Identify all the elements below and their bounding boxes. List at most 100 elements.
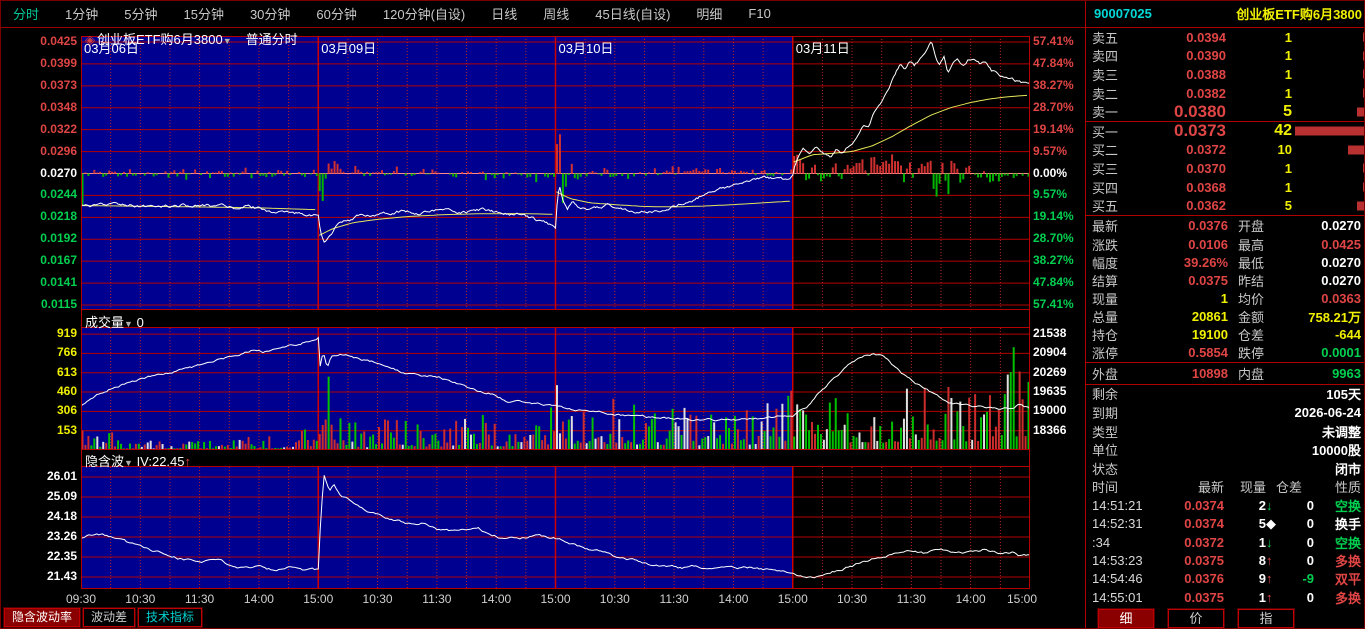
ask-label: 卖四 (1092, 49, 1119, 65)
menu-item-11[interactable]: F10 (735, 6, 783, 21)
volume-axis-label: 460 (56, 384, 77, 399)
tick-row-2[interactable]: :34 0.0372 1 ↓ 0 空换 (1086, 533, 1365, 551)
pct-axis-label: 0.00% (1033, 165, 1068, 180)
tick-row-3[interactable]: 14:53:23 0.0375 8 ↑ 0 多换 (1086, 551, 1365, 569)
menu-item-2[interactable]: 5分钟 (111, 4, 170, 23)
menu-item-8[interactable]: 周线 (530, 4, 582, 23)
tab-left-1[interactable]: 波动差 (82, 607, 137, 628)
tick-tab-bar: 细价指 (1086, 608, 1365, 629)
contract-label: 到期 (1092, 406, 1119, 422)
tick-header-row: 时间 最新 现量 仓差 性质 (1086, 478, 1365, 496)
stat-label: 均价 (1238, 291, 1265, 307)
menu-item-9[interactable]: 45日线(自设) (582, 4, 683, 23)
tick-tab-1[interactable]: 价 (1167, 608, 1225, 629)
time-axis-label: 14:00 (481, 592, 512, 606)
bid-row-3[interactable]: 买四 0.0368 1 (1086, 178, 1365, 197)
tick-time: :34 (1092, 534, 1111, 550)
tick-direction-icon: ↓ (1266, 497, 1273, 513)
tick-row-1[interactable]: 14:52:31 0.0374 5 ◆ 0 换手 (1086, 514, 1365, 533)
bid-qty: 1 (1284, 160, 1292, 176)
stat-label: 涨停 (1092, 346, 1119, 362)
tab-left-0[interactable]: 隐含波动率 (2, 607, 82, 628)
volume-axis-label: 766 (56, 345, 77, 360)
stat-row-2: 幅度 39.26% 最低 0.0270 (1086, 253, 1365, 271)
time-axis-label: 11:30 (185, 592, 215, 606)
pct-axis-label: 28.70% (1033, 231, 1074, 246)
pct-axis-label: 47.84% (1033, 55, 1074, 70)
menu-item-3[interactable]: 15分钟 (170, 4, 236, 23)
tick-qty: 1 (1258, 589, 1266, 605)
time-axis-label: 11:30 (896, 592, 926, 606)
bid-row-2[interactable]: 买三 0.0370 1 (1086, 159, 1365, 178)
open-interest-axis-label: 18366 (1033, 422, 1067, 437)
stat-value: 0.0270 (1321, 218, 1361, 234)
contract-value: 105天 (1326, 387, 1361, 403)
tick-tab-0[interactable]: 细 (1097, 608, 1155, 629)
indicator-tab-bar: 隐含波动率 波动差 技术指标 (2, 607, 205, 628)
menu-item-0[interactable]: 分时 (0, 4, 52, 23)
day-label-1: 03月09日 (321, 41, 377, 56)
volume-pane-label: 成交量 (85, 315, 125, 330)
iv-dropdown-icon[interactable]: ▼ (124, 458, 133, 468)
tick-row-0[interactable]: 14:51:21 0.0374 2 ↓ 0 空换 (1086, 496, 1365, 514)
volume-dropdown-icon[interactable]: ▼ (124, 319, 133, 329)
price-axis-label: 0.0425 (40, 34, 77, 48)
tick-price: 0.0374 (1184, 516, 1224, 532)
tick-price: 0.0374 (1184, 497, 1224, 513)
ask-row-2[interactable]: 卖三 0.0388 1 (1086, 65, 1365, 84)
contract-name: 创业板ETF购6月3800 (1236, 7, 1362, 22)
tick-qty: 5 (1258, 516, 1266, 532)
iv-up-arrow-icon: ↑ (184, 454, 192, 469)
tick-tab-2[interactable]: 指 (1237, 608, 1295, 629)
ask-qty: 1 (1284, 85, 1292, 101)
price-axis-label: 0.0115 (40, 297, 77, 311)
period-menu-bar: 分时 1分钟 5分钟 15分钟 30分钟 60分钟 120分钟(自设) 日线 周线 45日线(自设… (0, 0, 1085, 28)
symbol-dropdown-icon[interactable]: ▼ (223, 36, 232, 46)
ask-row-1[interactable]: 卖四 0.0390 1 (1086, 47, 1365, 66)
pct-axis-label: 38.27% (1033, 77, 1074, 92)
tick-nature: 多换 (1334, 590, 1361, 606)
stat-row-6: 持仓 19100 仓差 -644 (1086, 326, 1365, 344)
menu-item-7[interactable]: 日线 (478, 4, 530, 23)
pct-axis-label: 19.14% (1033, 121, 1074, 136)
ask-price: 0.0388 (1186, 66, 1226, 82)
open-interest-axis-label: 19635 (1033, 384, 1067, 399)
volume-pane-header[interactable]: 成交量▼ 0 (85, 312, 144, 331)
tick-price: 0.0375 (1184, 589, 1224, 605)
menu-item-5[interactable]: 60分钟 (303, 4, 369, 23)
chart-plot-area[interactable] (80, 36, 1031, 589)
bid-row-1[interactable]: 买二 0.0372 10 (1086, 141, 1365, 160)
tick-row-5[interactable]: 14:55:01 0.0375 1 ↑ 0 多换 (1086, 588, 1365, 606)
ask-price: 0.0390 (1186, 48, 1226, 64)
tab-left-2[interactable]: 技术指标 (137, 607, 204, 628)
iv-pane-label: 隐含波 (85, 454, 125, 469)
stat-label: 幅度 (1092, 255, 1119, 271)
bid-qty: 10 (1277, 142, 1292, 158)
bid-row-4[interactable]: 买五 0.0362 5 (1086, 196, 1365, 215)
ask-row-3[interactable]: 卖二 0.0382 1 (1086, 84, 1365, 103)
bid-price: 0.0370 (1186, 160, 1226, 176)
stat-value: 0.0001 (1321, 345, 1361, 361)
menu-item-1[interactable]: 1分钟 (52, 4, 111, 23)
pan-row: 外盘 10898 内盘 9963 (1086, 361, 1365, 385)
menu-item-6[interactable]: 120分钟(自设) (370, 4, 478, 23)
stat-value: 758.21万 (1308, 309, 1361, 325)
tick-row-4[interactable]: 14:54:46 0.0376 9 ↑ -9 双平 (1086, 570, 1365, 588)
iv-pane-header[interactable]: 隐含波▼ IV:22.45↑ (85, 451, 191, 470)
bid-row-0[interactable]: 买一 0.0373 42 (1086, 121, 1365, 141)
menu-item-10[interactable]: 明细 (683, 4, 735, 23)
open-interest-axis-label: 19000 (1033, 403, 1067, 418)
bid-label: 买三 (1092, 161, 1119, 177)
ask-row-0[interactable]: 卖五 0.0394 1 (1086, 28, 1365, 47)
time-axis-label: 15:00 (777, 592, 808, 606)
chart-svg (80, 36, 1031, 589)
ask-row-4[interactable]: 卖一 0.0380 5 (1086, 102, 1365, 121)
time-axis-label: 14:00 (243, 592, 274, 606)
stat-label: 持仓 (1092, 328, 1119, 344)
stat-row-0: 最新 0.0376 开盘 0.0270 (1086, 217, 1365, 235)
trading-terminal-window: 分时 1分钟 5分钟 15分钟 30分钟 60分钟 120分钟(自设) 日线 周线 45日线(自设… (0, 0, 1365, 629)
stat-value: 1 (1220, 290, 1228, 306)
stat-row-4: 现量 1 均价 0.0363 (1086, 289, 1365, 307)
quote-panel-header: 90007025 创业板ETF购6月3800 (1086, 0, 1365, 28)
menu-item-4[interactable]: 30分钟 (237, 4, 303, 23)
